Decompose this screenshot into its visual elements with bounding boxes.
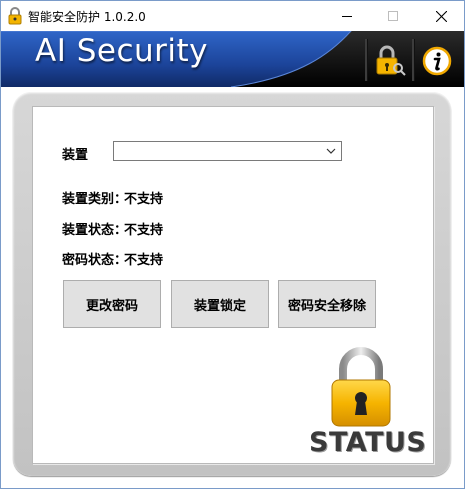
close-button[interactable] [418,1,464,31]
remove-password-button[interactable]: 密码安全移除 [278,280,376,328]
minimize-icon [342,16,352,17]
banner-title: AI Security [35,33,209,69]
password-state-label: 密码状态： [62,253,128,268]
banner-separator [365,39,368,81]
close-icon [435,10,447,22]
app-lock-icon [8,7,22,25]
password-state-value: 不支持 [124,253,164,268]
window-title: 智能安全防护 1.0.2.0 [28,10,146,24]
header-banner: AI Security [1,31,464,87]
app-window: 智能安全防护 1.0.2.0 AI Security 装置 装置类别： 不支持 … [0,0,465,489]
chevron-down-icon [326,148,336,154]
device-type-value: 不支持 [124,192,164,207]
maximize-icon [388,11,398,21]
banner-separator [412,39,415,81]
maximize-button[interactable] [370,1,416,31]
main-frame: 装置 装置类别： 不支持 装置状态： 不支持 密码状态： 不支持 更改密码 装置… [13,92,451,476]
lock-device-button[interactable]: 装置锁定 [171,280,269,328]
device-state-label: 装置状态： [62,223,128,238]
change-password-button[interactable]: 更改密码 [63,280,161,328]
info-icon [422,46,452,76]
lock-key-icon [376,45,406,76]
minimize-button[interactable] [324,1,370,31]
info-button[interactable] [420,41,454,81]
title-bar[interactable]: 智能安全防护 1.0.2.0 [1,1,464,31]
device-state-value: 不支持 [124,223,164,238]
status-label: STATUS [309,427,427,458]
device-type-label: 装置类别： [62,192,128,207]
device-panel: 装置 装置类别： 不支持 装置状态： 不支持 密码状态： 不支持 更改密码 装置… [32,106,434,464]
lock-settings-button[interactable] [373,41,407,81]
device-dropdown[interactable] [113,141,342,161]
device-label: 装置 [62,148,89,163]
